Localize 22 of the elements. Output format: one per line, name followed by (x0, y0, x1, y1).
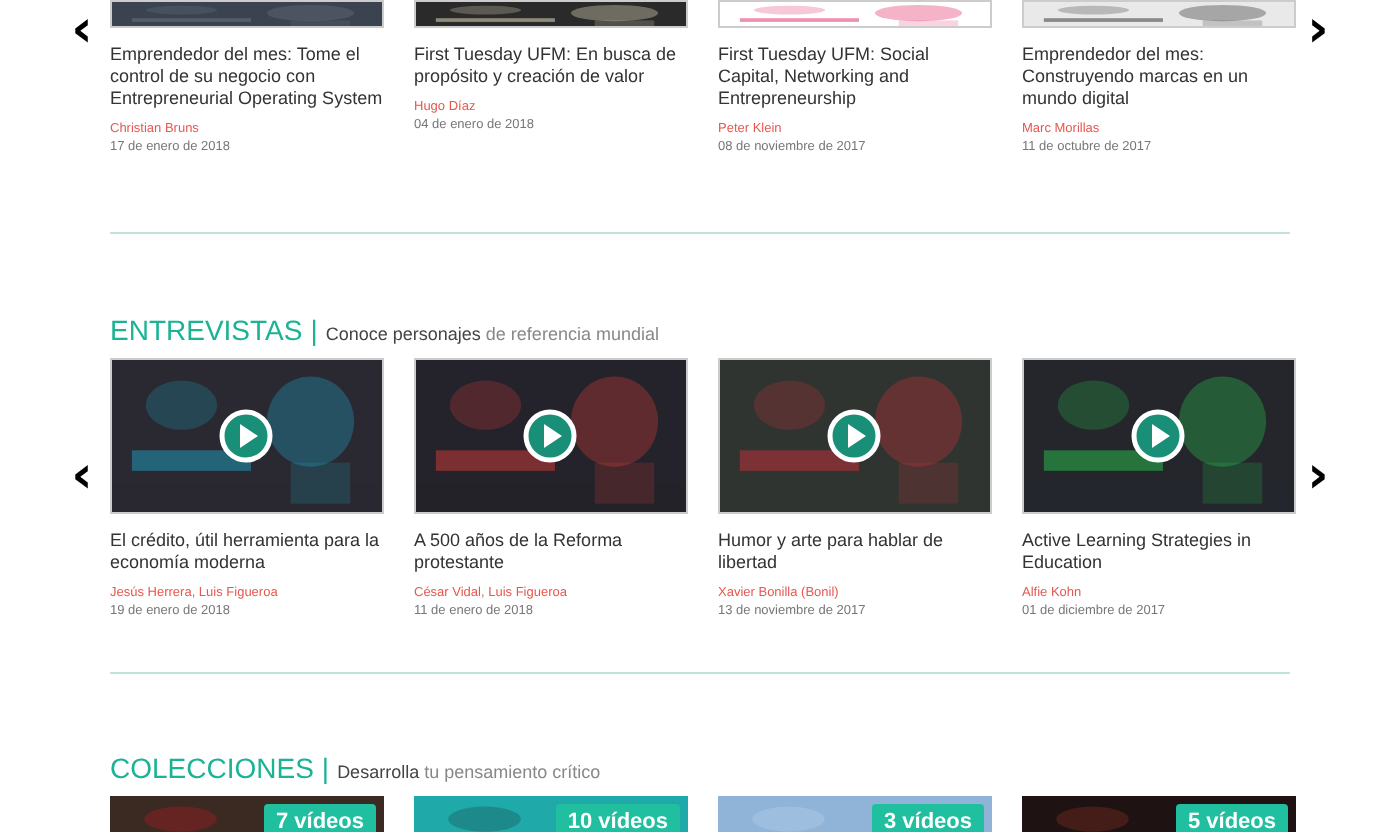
article-title[interactable]: First Tuesday UFM: Social Capital, Networking and Entrepreneurship (718, 44, 992, 110)
video-count-badge: 7 vídeos (263, 804, 376, 832)
article-title[interactable]: Emprendedor del mes: Tome el control de su negocio con Entrepreneurial Operating System (110, 44, 384, 110)
video-count-badge: 5 vídeos (1175, 804, 1288, 832)
play-icon[interactable] (218, 408, 274, 464)
article-title[interactable]: A 500 años de la Reforma protestante (414, 530, 688, 574)
section-heading: COLECCIONES (110, 750, 314, 788)
heading-separator: | (321, 750, 330, 788)
article-title[interactable]: Emprendedor del mes: Construyendo marcas en un mundo digital (1022, 44, 1296, 110)
video-count-badge: 10 vídeos (555, 804, 680, 832)
article-title[interactable]: Active Learning Strategies in Education (1022, 530, 1296, 574)
section-heading: ENTREVISTAS (110, 312, 303, 350)
heading-separator: | (310, 312, 318, 350)
play-icon[interactable] (522, 408, 578, 464)
section-subtitle: Desarrolla tu pensamiento crítico (337, 760, 601, 786)
section-subtitle: Conoce personajes de referencia mundial (325, 322, 659, 348)
play-icon[interactable] (1130, 408, 1186, 464)
play-icon[interactable] (826, 408, 882, 464)
article-title[interactable]: El crédito, útil herramienta para la economía moderna (110, 530, 384, 574)
article-title[interactable]: First Tuesday UFM: En busca de propósito y creación de valor (414, 44, 688, 88)
article-title[interactable]: Humor y arte para hablar de libertad (718, 530, 992, 574)
video-count-badge: 3 vídeos (871, 804, 984, 832)
